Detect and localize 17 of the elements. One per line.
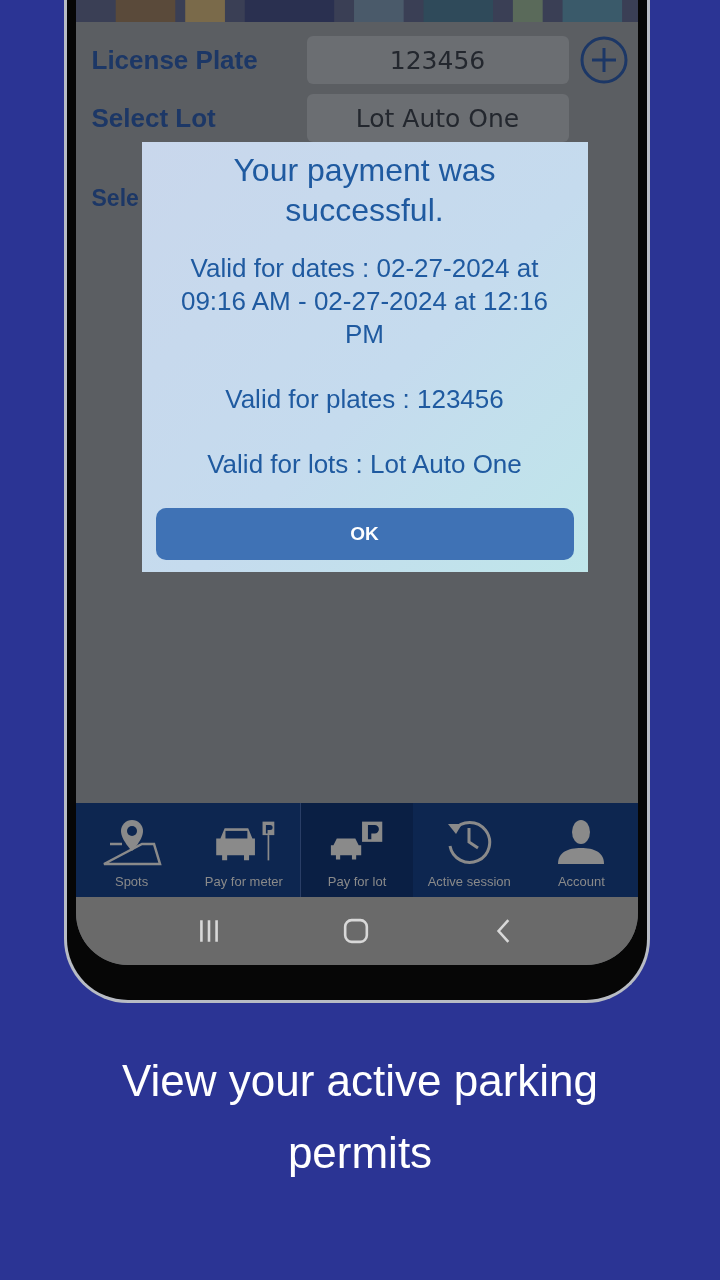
- tab[interactable]: Active session: [413, 803, 526, 897]
- dialog-text: Valid for plates : 123456: [224, 383, 505, 416]
- dialog-text: Valid for lots : Lot Auto One: [206, 448, 523, 481]
- dialog-text: Valid for dates : 02-27-2024 at 09:16 AM - 02-27-2024 at 12:16 PM: [179, 252, 550, 351]
- license-plate-field[interactable]: 123456: [306, 36, 569, 84]
- field-label: Select Lot: [91, 102, 216, 134]
- ok-button[interactable]: OK: [155, 508, 574, 560]
- tab[interactable]: Pay for lot: [299, 803, 414, 897]
- field-label: Sele: [91, 184, 139, 212]
- tab[interactable]: Spots: [75, 803, 188, 897]
- home-icon[interactable]: [343, 918, 370, 944]
- caption: View your active parking permits: [120, 1055, 600, 1179]
- field-label: License Plate: [91, 44, 258, 76]
- tab[interactable]: Pay for meter: [187, 803, 300, 897]
- lot-dropdown[interactable]: Lot Auto One: [306, 94, 569, 142]
- tab[interactable]: Account: [525, 803, 638, 897]
- dialog-title: Your payment was successful.: [232, 151, 497, 230]
